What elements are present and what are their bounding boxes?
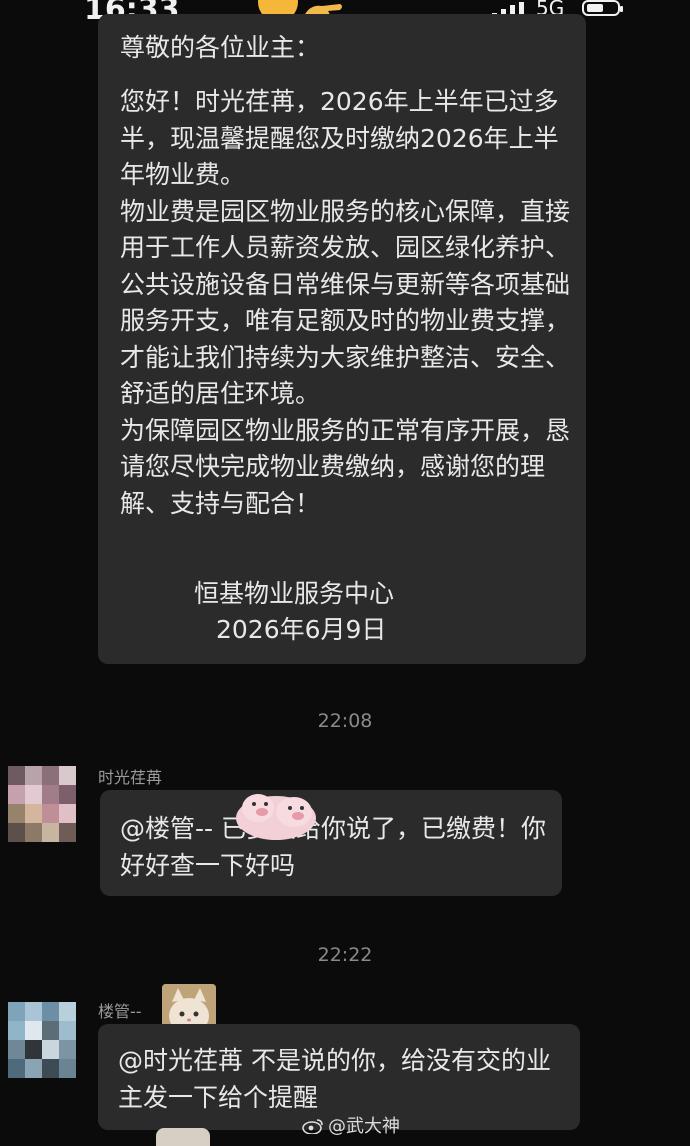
sticker-icon [156,1128,210,1146]
sender-name: 时光荏苒 [98,768,163,787]
notice-message-bubble[interactable]: 尊敬的各位业主： 您好！时光荏苒，2026年上半年已过多半，现温馨提醒您及时缴纳… [98,14,586,664]
notice-date: 2026年6月9日 [216,615,387,644]
message-timestamp: 22:08 [317,710,373,732]
chat-message-bubble[interactable]: @楼管-- 已多次给你说了，已缴费！你好好查一下好吗 [100,790,562,896]
pig-sticker-icon [236,794,316,840]
battery-icon [582,0,623,16]
watermark: @武大神 [302,1112,400,1138]
notice-greeting: 尊敬的各位业主： [120,33,321,62]
message-text: @楼管-- 已多次给你说了，已缴费！你好好查一下好吗 [120,814,546,880]
notice-body: 您好！时光荏苒，2026年上半年已过多半，现温馨提醒您及时缴纳2026年上半年物… [120,87,571,518]
message-timestamp: 22:22 [317,944,373,966]
notice-signature: 恒基物业服务中心 [194,579,395,608]
watermark-text: @武大神 [328,1116,400,1137]
sender-name: 楼管-- [98,1002,142,1021]
message-text: @时光荏苒 不是说的你，给没有交的业主发一下给个提醒 [118,1046,551,1112]
avatar[interactable] [8,766,76,842]
avatar[interactable] [8,1002,76,1078]
weibo-icon [302,1119,323,1134]
